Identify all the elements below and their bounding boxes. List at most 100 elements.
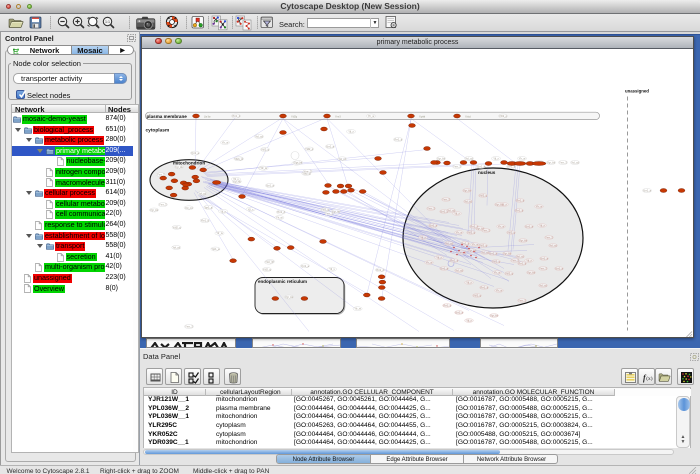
- svg-text:Ylr_w: Ylr_w: [456, 230, 463, 234]
- svg-text:Yjl_x: Yjl_x: [329, 267, 335, 271]
- svg-text:Ymr_3: Ymr_3: [159, 202, 167, 206]
- svg-text:Ypr1_a: Ypr1_a: [326, 144, 335, 148]
- svg-text:Yjl_x: Yjl_x: [539, 223, 545, 227]
- svg-text:Ylr_w: Ylr_w: [368, 114, 375, 118]
- svg-text:Yol_cd: Yol_cd: [464, 199, 472, 203]
- svg-text:Ylr_w: Ylr_w: [426, 260, 433, 264]
- svg-text:Ydl2_q: Ydl2_q: [507, 230, 516, 234]
- svg-text:Ylr_w: Ylr_w: [536, 204, 543, 208]
- svg-text:Ydl2_q: Ydl2_q: [467, 230, 476, 234]
- svg-text:Ygr_kk: Ygr_kk: [495, 202, 504, 206]
- svg-text:Yjl_x: Yjl_x: [233, 177, 239, 181]
- svg-text:Ydl2_q: Ydl2_q: [263, 267, 272, 271]
- svg-text:Ydl2_q: Ydl2_q: [305, 147, 314, 151]
- svg-text:Ylr_w: Ylr_w: [354, 306, 361, 310]
- svg-text:Ydl2_q: Ydl2_q: [261, 147, 270, 151]
- svg-text:Yjl_x: Yjl_x: [466, 318, 472, 322]
- svg-text:Ydl2_q: Ydl2_q: [173, 225, 182, 229]
- svg-text:Ypr1_a: Ypr1_a: [540, 256, 549, 260]
- svg-text:Ymr3: Ymr3: [335, 115, 341, 118]
- svg-text:Ypr1_a: Ypr1_a: [643, 188, 652, 192]
- svg-text:Ylr_w: Ylr_w: [260, 166, 267, 170]
- svg-text:Yolcd: Yolcd: [465, 115, 471, 118]
- svg-text:Ydl2q: Ydl2q: [291, 115, 298, 118]
- svg-text:Yjl_x: Yjl_x: [454, 211, 460, 215]
- svg-text:Ydl2_q: Ydl2_q: [473, 293, 482, 297]
- svg-text:Ymr_3: Ymr_3: [545, 235, 553, 239]
- svg-text:Yol_cd: Yol_cd: [255, 134, 263, 138]
- svg-text:cytoplasm: cytoplasm: [146, 127, 170, 133]
- svg-text:Ypr1_a: Ypr1_a: [211, 247, 220, 251]
- svg-text:Ydl2_q: Ydl2_q: [479, 243, 488, 247]
- svg-text:(x): (x): [646, 375, 653, 382]
- svg-text:Yjl_x: Yjl_x: [220, 209, 226, 213]
- svg-text:Ypr1_a: Ypr1_a: [455, 310, 464, 314]
- svg-text:Ylr_w: Ylr_w: [496, 288, 503, 292]
- svg-text:Ygr_kk: Ygr_kk: [519, 238, 528, 242]
- svg-text:Ymr_3: Ymr_3: [185, 324, 193, 328]
- svg-text:Ypr1_a: Ypr1_a: [191, 151, 200, 155]
- svg-text:Ygr_kk: Ygr_kk: [175, 164, 184, 168]
- svg-text:Ygr_kk: Ygr_kk: [437, 156, 446, 160]
- svg-text:Ybr1_d: Ybr1_d: [277, 210, 286, 214]
- svg-text:unassigned: unassigned: [625, 88, 649, 93]
- svg-text:Ypr1_a: Ypr1_a: [266, 183, 275, 187]
- svg-text:Ypr1_a: Ypr1_a: [204, 205, 213, 209]
- svg-text:Ylr_w: Ylr_w: [494, 270, 501, 274]
- svg-text:Ybr1_d: Ybr1_d: [232, 114, 241, 118]
- svg-text:Ylr_w: Ylr_w: [472, 242, 479, 246]
- svg-text:Lbr1w: Lbr1w: [204, 115, 211, 118]
- svg-text:Yol_cd: Yol_cd: [447, 208, 455, 212]
- svg-text:Yol_cd: Yol_cd: [549, 243, 557, 247]
- svg-text:Ymr_3: Ymr_3: [265, 260, 273, 264]
- svg-text:Yol_cd: Yol_cd: [465, 156, 473, 160]
- svg-text:Ypr1_a: Ypr1_a: [477, 164, 486, 168]
- svg-text:Ymr_3: Ymr_3: [442, 197, 450, 201]
- svg-text:Yjl_x: Yjl_x: [436, 255, 442, 259]
- svg-text:Ygr_kk: Ygr_kk: [463, 188, 472, 192]
- svg-text:Yol_cd: Yol_cd: [571, 160, 579, 164]
- svg-text:endoplasmic reticulum: endoplasmic reticulum: [258, 279, 307, 284]
- svg-text:Ymr_3: Ymr_3: [304, 169, 312, 173]
- svg-text:Ygr_kk: Ygr_kk: [150, 208, 159, 212]
- svg-text:Ypr1_a: Ypr1_a: [555, 266, 564, 270]
- svg-text:Ymr_3: Ymr_3: [482, 228, 490, 232]
- svg-text:1:1: 1:1: [105, 20, 110, 24]
- svg-text:Yol_cd: Yol_cd: [445, 241, 453, 245]
- svg-text:Ypr1_a: Ypr1_a: [489, 251, 498, 255]
- svg-text:Yol_cd: Yol_cd: [455, 268, 463, 272]
- svg-text:Ygrkk: Ygrkk: [419, 115, 426, 118]
- svg-text:plasma membrane: plasma membrane: [147, 113, 188, 118]
- svg-text:Ylr_w: Ylr_w: [216, 231, 223, 235]
- svg-text:Ydl2_q: Ydl2_q: [505, 271, 514, 275]
- svg-text:Ybr1_d: Ybr1_d: [450, 258, 459, 262]
- svg-text:Ygr_kk: Ygr_kk: [294, 160, 303, 164]
- svg-text:Yol_cd: Yol_cd: [539, 283, 547, 287]
- svg-text:Yol_cd: Yol_cd: [185, 205, 193, 209]
- svg-text:Ylr_w: Ylr_w: [276, 215, 283, 219]
- svg-text:Ybr1_d: Ybr1_d: [234, 156, 243, 160]
- svg-text:Ypr1_a: Ypr1_a: [525, 224, 534, 228]
- svg-text:Ybr1_d: Ybr1_d: [443, 303, 452, 307]
- svg-text:Ygr_kk: Ygr_kk: [285, 295, 294, 299]
- svg-text:Ydl2_q: Ydl2_q: [321, 207, 330, 211]
- svg-text:Ybr1_d: Ybr1_d: [376, 267, 385, 271]
- svg-text:Ybr1_d: Ybr1_d: [518, 261, 527, 265]
- svg-text:Ymr_3: Ymr_3: [325, 211, 333, 215]
- svg-text:Yol_cd: Yol_cd: [338, 156, 346, 160]
- svg-text:Ygr_kk: Ygr_kk: [503, 251, 512, 255]
- svg-text:Ybr1_d: Ybr1_d: [516, 198, 525, 202]
- svg-text:Ybr1_d: Ybr1_d: [201, 218, 210, 222]
- svg-text:Ymr_3: Ymr_3: [453, 164, 461, 168]
- svg-text:Ygr_kk: Ygr_kk: [490, 313, 499, 317]
- svg-text:Ylr_w: Ylr_w: [498, 224, 505, 228]
- svg-text:Ymr_3: Ymr_3: [539, 266, 547, 270]
- svg-text:Ypr1_a: Ypr1_a: [429, 223, 438, 227]
- svg-text:Yjl_x: Yjl_x: [348, 129, 354, 133]
- svg-text:Ylr_w: Ylr_w: [222, 140, 229, 144]
- svg-text:Ybr1_d: Ybr1_d: [480, 285, 489, 289]
- svg-text:Ybr1_d: Ybr1_d: [394, 137, 403, 141]
- svg-text:Yjl_x: Yjl_x: [466, 280, 472, 284]
- svg-text:Ymr_3: Ymr_3: [559, 160, 567, 164]
- svg-text:Yjl_x: Yjl_x: [493, 156, 499, 160]
